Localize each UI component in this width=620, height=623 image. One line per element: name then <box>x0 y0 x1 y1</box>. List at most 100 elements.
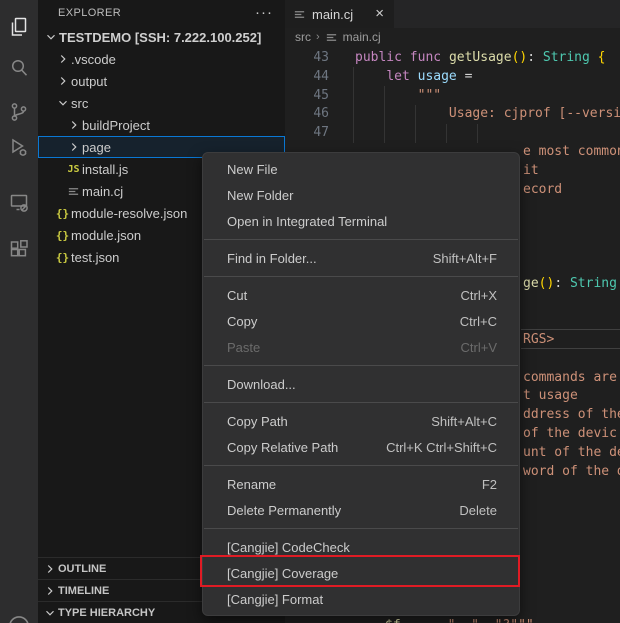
context-menu: New File New Folder Open in Integrated Ter… <box>202 152 520 616</box>
menu-item-shortcut: Ctrl+C <box>460 314 497 329</box>
tree-item-label: page <box>82 140 111 155</box>
menu-item-paste: PasteCtrl+V <box>203 334 519 360</box>
json-file-icon: {} <box>54 227 71 243</box>
tree-item-label: module.json <box>71 228 141 243</box>
code-line: 45 """ <box>285 86 620 105</box>
menu-item-cangjie-codecheck[interactable]: [Cangjie] CodeCheck <box>203 534 519 560</box>
menu-item-copy-relative-path[interactable]: Copy Relative PathCtrl+K Ctrl+Shift+C <box>203 434 519 460</box>
menu-item-label: [Cangjie] Coverage <box>227 566 497 581</box>
menu-item-label: Delete Permanently <box>227 503 459 518</box>
cj-file-icon <box>293 8 306 21</box>
code-fragment: of the devic <box>523 424 617 443</box>
sidebar-header: EXPLORER ··· <box>38 0 285 26</box>
chevron-down-icon <box>54 95 71 111</box>
code-fragment: ddress of the <box>523 405 620 424</box>
menu-item-label: Rename <box>227 477 482 492</box>
run-and-debug-icon[interactable] <box>0 129 38 167</box>
tree-item--vscode[interactable]: .vscode <box>38 48 285 70</box>
menu-item-shortcut: Ctrl+X <box>461 288 497 303</box>
vscode-window: main.cj × src › main.cj 43public func ge… <box>0 0 620 623</box>
code-line: 47 <box>285 123 620 142</box>
menu-item-new-file[interactable]: New File <box>203 156 519 182</box>
tree-item-output[interactable]: output <box>38 70 285 92</box>
menu-item-label: Cut <box>227 288 461 303</box>
menu-separator <box>204 365 518 366</box>
line-number: 45 <box>285 86 329 105</box>
menu-item-copy-path[interactable]: Copy PathShift+Alt+C <box>203 408 519 434</box>
menu-item-cangjie-format[interactable]: [Cangjie] Format <box>203 586 519 612</box>
menu-item-shortcut: F2 <box>482 477 497 492</box>
code-fragment: RGS> <box>523 330 554 349</box>
menu-separator <box>204 239 518 240</box>
chevron-right-icon <box>65 117 82 133</box>
menu-item-label: Copy <box>227 314 460 329</box>
menu-separator <box>204 402 518 403</box>
menu-item-label: Download... <box>227 377 497 392</box>
breadcrumb-file[interactable]: main.cj <box>343 30 381 44</box>
section-label: TYPE HIERARCHY <box>58 607 155 619</box>
chevron-right-icon <box>65 139 82 155</box>
tree-item-root[interactable]: TESTDEMO [SSH: 7.222.100.252] <box>38 26 285 48</box>
menu-item-new-folder[interactable]: New Folder <box>203 182 519 208</box>
code-fragment: ecord <box>523 180 562 199</box>
menu-item-copy[interactable]: CopyCtrl+C <box>203 308 519 334</box>
tree-item-label: buildProject <box>82 118 150 133</box>
tree-item-label: install.js <box>82 162 128 177</box>
menu-item-shortcut: Shift+Alt+C <box>431 414 497 429</box>
explorer-icon[interactable] <box>0 8 38 46</box>
menu-item-open-in-integrated-terminal[interactable]: Open in Integrated Terminal <box>203 208 519 234</box>
tab-label: main.cj <box>312 7 353 22</box>
cj-file-icon <box>65 183 82 199</box>
menu-item-label: Copy Relative Path <box>227 440 386 455</box>
menu-item-download[interactable]: Download... <box>203 371 519 397</box>
code-line: 43public func getUsage(): String { <box>285 48 620 67</box>
remote-explorer-icon[interactable] <box>0 184 38 222</box>
code-line: 44 let usage = <box>285 67 620 86</box>
tree-item-src[interactable]: src <box>38 92 285 114</box>
code-fragment: e most common <box>523 142 620 161</box>
menu-separator <box>204 465 518 466</box>
menu-item-label: Copy Path <box>227 414 431 429</box>
code-fragment: t usage <box>523 386 578 405</box>
menu-item-label: Find in Folder... <box>227 251 433 266</box>
js-file-icon: JS <box>65 161 82 177</box>
tree-item-label: module-resolve.json <box>71 206 187 221</box>
menu-item-rename[interactable]: RenameF2 <box>203 471 519 497</box>
chevron-right-icon <box>42 561 58 577</box>
tree-item-label: .vscode <box>71 52 116 67</box>
code-fragment: it <box>523 161 539 180</box>
line-number: 44 <box>285 67 329 86</box>
account-icon[interactable] <box>0 606 38 623</box>
line-number: 43 <box>285 48 329 67</box>
menu-item-cut[interactable]: CutCtrl+X <box>203 282 519 308</box>
menu-item-label: Paste <box>227 340 461 355</box>
code-fragment: ge(): String <box>523 274 617 293</box>
menu-item-shortcut: Shift+Alt+F <box>433 251 497 266</box>
menu-item-label: Open in Integrated Terminal <box>227 214 497 229</box>
tree-item-label: src <box>71 96 88 111</box>
menu-item-cangjie-coverage[interactable]: [Cangjie] Coverage <box>203 560 519 586</box>
close-icon[interactable]: × <box>375 7 384 21</box>
breadcrumb-folder[interactable]: src <box>295 30 311 44</box>
more-actions-icon[interactable]: ··· <box>255 8 273 18</box>
workspace-root-label: TESTDEMO [SSH: 7.222.100.252] <box>59 30 261 45</box>
menu-item-label: [Cangjie] CodeCheck <box>227 540 497 555</box>
menu-item-shortcut: Delete <box>459 503 497 518</box>
menu-item-delete-permanently[interactable]: Delete PermanentlyDelete <box>203 497 519 523</box>
tree-item-buildproject[interactable]: buildProject <box>38 114 285 136</box>
code-fragment-partial: $f ".." "?""" <box>385 616 534 623</box>
activity-bar <box>0 0 38 623</box>
menu-item-label: New Folder <box>227 188 497 203</box>
cj-file-icon <box>325 31 338 44</box>
code-line: 46 Usage: cjprof [--version <box>285 104 620 123</box>
tab-main-cj[interactable]: main.cj × <box>285 0 394 28</box>
breadcrumb: src › main.cj <box>285 28 620 46</box>
chevron-right-icon: › <box>316 31 320 43</box>
code-fragment: unt of the de <box>523 443 620 462</box>
menu-item-find-in-folder[interactable]: Find in Folder...Shift+Alt+F <box>203 245 519 271</box>
chevron-right-icon <box>54 51 71 67</box>
extensions-icon[interactable] <box>0 231 38 269</box>
menu-separator <box>204 276 518 277</box>
search-icon[interactable] <box>0 49 38 87</box>
source-control-icon[interactable] <box>0 93 38 131</box>
